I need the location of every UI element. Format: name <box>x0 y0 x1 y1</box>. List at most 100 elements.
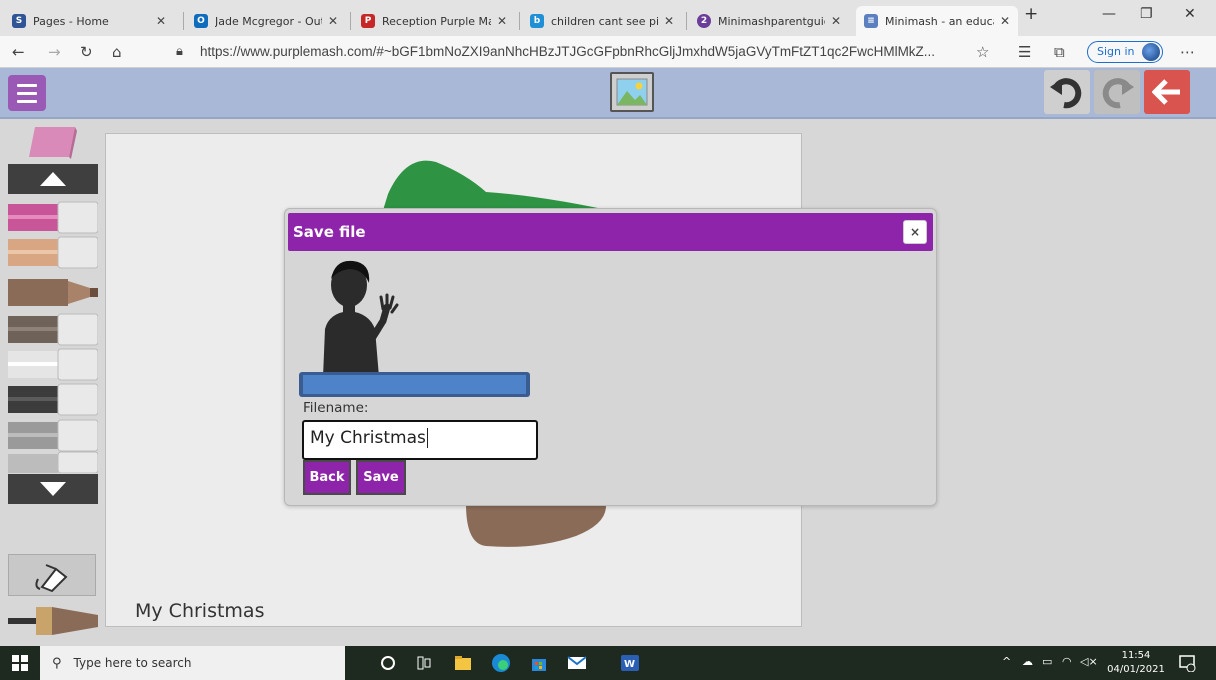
close-tab-icon[interactable]: ✕ <box>1000 14 1010 28</box>
filename-label: Filename: <box>303 400 369 416</box>
scroll-up-button[interactable] <box>8 164 98 194</box>
tab-label: Minimash - an educatio <box>885 14 994 28</box>
favorites-list-icon[interactable]: ☰ <box>1018 43 1031 61</box>
tab-separator <box>350 12 351 30</box>
app-toolbar <box>0 68 1216 119</box>
marker-grey[interactable] <box>8 419 98 452</box>
store-icon[interactable] <box>528 652 550 674</box>
paintbrush-icon[interactable] <box>8 601 98 641</box>
scroll-down-button[interactable] <box>8 474 98 504</box>
clock-date: 04/01/2021 <box>1107 664 1165 675</box>
url-field[interactable]: https://www.purplemash.com/#~bGF1bmNoZXI… <box>200 44 940 59</box>
user-name-bar <box>299 372 530 397</box>
tab-bing-search[interactable]: b children cant see pins c ✕ <box>522 6 682 36</box>
tab-label: Minimashparentguidef <box>718 14 825 28</box>
save-file-dialog: Save file × Filename: My Christmas Back … <box>284 208 937 506</box>
pdf-icon: P <box>361 14 375 28</box>
eraser-icon[interactable] <box>27 125 77 159</box>
marker-peach[interactable] <box>8 236 98 269</box>
tab-label: children cant see pins c <box>551 14 658 28</box>
browser-address-bar: ← → ↻ ⌂ 🔒︎ https://www.purplemash.com/#~… <box>0 36 1216 68</box>
clock-time: 11:54 <box>1121 650 1151 661</box>
undo-button[interactable] <box>1044 70 1090 114</box>
lock-icon[interactable]: 🔒︎ <box>176 44 183 59</box>
fill-tool-button[interactable] <box>8 554 96 596</box>
back-arrow-icon[interactable]: ← <box>12 43 25 61</box>
close-tab-icon[interactable]: ✕ <box>328 14 338 28</box>
taskbar-search-box[interactable]: ⚲ Type here to search <box>40 646 345 680</box>
mail-icon[interactable] <box>566 652 588 674</box>
close-tab-icon[interactable]: ✕ <box>497 14 507 28</box>
exit-back-button[interactable] <box>1144 70 1190 114</box>
tab-label: Pages - Home <box>33 14 109 28</box>
sign-in-button[interactable]: Sign in <box>1087 41 1163 63</box>
battery-icon[interactable]: ▭ <box>1042 655 1052 668</box>
home-icon[interactable]: ⌂ <box>112 43 122 61</box>
close-tab-icon[interactable]: ✕ <box>156 14 166 28</box>
refresh-icon[interactable]: ↻ <box>80 43 93 61</box>
tab-reception-purple-mash[interactable]: P Reception Purple Mash ✕ <box>353 6 515 36</box>
triangle-up-icon <box>40 172 66 186</box>
save-button[interactable]: Save <box>356 460 406 495</box>
search-icon: ⚲ <box>52 655 62 671</box>
svg-text:W: W <box>624 659 635 670</box>
canvas-title: My Christmas <box>131 600 269 622</box>
forward-arrow-icon[interactable]: → <box>48 43 61 61</box>
favorite-star-icon[interactable]: ☆ <box>976 43 989 61</box>
edge-browser-icon[interactable] <box>490 652 512 674</box>
onedrive-icon[interactable]: ☁ <box>1022 655 1033 668</box>
menu-button[interactable] <box>8 75 46 111</box>
tab-minimash-active[interactable]: ≡ Minimash - an educatio ✕ <box>856 6 1018 36</box>
sign-in-label: Sign in <box>1097 45 1135 58</box>
more-options-icon[interactable]: ⋯ <box>1180 43 1195 61</box>
marker-brown-selected[interactable] <box>8 276 98 309</box>
tab-label: Reception Purple Mash <box>382 14 491 28</box>
tab-separator <box>519 12 520 30</box>
text-cursor <box>426 428 428 448</box>
restore-icon[interactable]: ❐ <box>1140 6 1153 22</box>
tab-pages-home[interactable]: S Pages - Home ✕ <box>4 6 174 36</box>
marker-light-grey[interactable] <box>8 451 98 473</box>
taskbar-clock[interactable]: 11:54 04/01/2021 <box>1104 649 1168 677</box>
file-explorer-icon[interactable] <box>452 652 474 674</box>
tray-expand-icon[interactable]: ^ <box>1002 655 1011 668</box>
volume-muted-icon[interactable]: ◁× <box>1080 655 1098 668</box>
picture-icon <box>616 78 648 106</box>
dialog-title: Save file <box>293 223 366 241</box>
tab-outlook[interactable]: O Jade Mcgregor - Outlo ✕ <box>186 6 346 36</box>
word-icon[interactable]: W <box>619 652 641 674</box>
close-window-icon[interactable]: ✕ <box>1184 6 1196 22</box>
cortana-icon[interactable] <box>377 652 399 674</box>
paint-bucket-icon <box>35 564 68 593</box>
marker-white[interactable] <box>8 348 98 381</box>
user-avatar-icon <box>323 260 399 377</box>
filename-input[interactable]: My Christmas <box>302 420 538 460</box>
triangle-down-icon <box>40 482 66 496</box>
tab-separator <box>183 12 184 30</box>
notifications-icon[interactable] <box>1176 652 1198 674</box>
close-tab-icon[interactable]: ✕ <box>664 14 674 28</box>
marker-black[interactable] <box>8 383 98 416</box>
back-button[interactable]: Back <box>303 460 351 495</box>
insert-image-button[interactable] <box>610 72 654 112</box>
minimash-icon: ≡ <box>864 14 878 28</box>
redo-icon <box>1102 78 1134 109</box>
redo-button[interactable] <box>1094 70 1140 114</box>
undo-icon <box>1050 78 1082 109</box>
number-badge-icon: 2 <box>697 14 711 28</box>
wifi-icon[interactable]: ◠ <box>1062 655 1072 668</box>
tab-minimash-guide[interactable]: 2 Minimashparentguidef ✕ <box>689 6 849 36</box>
arrow-left-icon <box>1152 79 1180 105</box>
minimize-icon[interactable]: — <box>1102 6 1116 22</box>
marker-dark-brown[interactable] <box>8 313 98 346</box>
task-view-icon[interactable] <box>413 652 435 674</box>
new-tab-icon[interactable]: + <box>1024 4 1038 24</box>
collections-icon[interactable]: ⧉ <box>1054 43 1065 61</box>
dialog-header: Save file × <box>288 213 933 251</box>
close-dialog-button[interactable]: × <box>903 220 927 244</box>
outlook-icon: O <box>194 14 208 28</box>
close-tab-icon[interactable]: ✕ <box>831 14 841 28</box>
marker-pink[interactable] <box>8 201 98 234</box>
search-placeholder: Type here to search <box>73 656 192 670</box>
windows-start-icon[interactable] <box>12 655 28 671</box>
